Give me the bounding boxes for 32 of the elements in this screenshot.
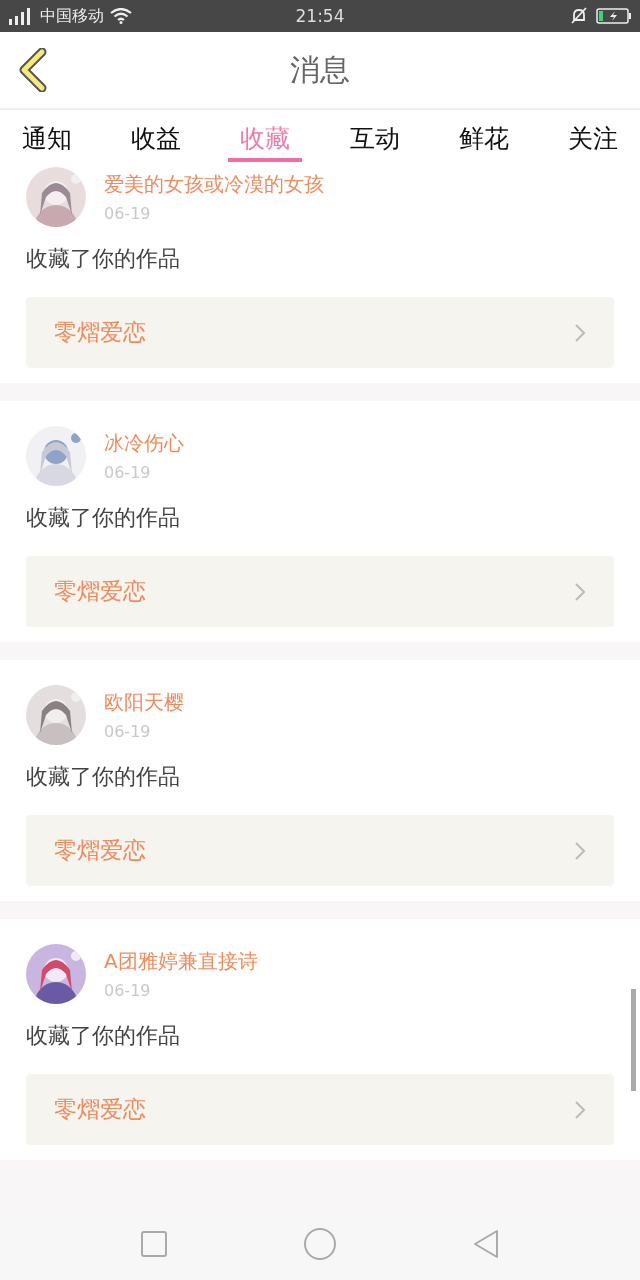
clock: 21:54: [295, 6, 345, 26]
tab[interactable]: 收益: [119, 110, 194, 162]
tab[interactable]: 鲜花: [446, 110, 521, 162]
work-link[interactable]: 零熠爱恋: [26, 815, 614, 886]
message-text: 收藏了你的作品: [26, 504, 181, 532]
battery-icon: [596, 7, 632, 25]
muted-bell-icon: [568, 7, 590, 25]
work-link[interactable]: 零熠爱恋: [26, 1074, 614, 1145]
work-link[interactable]: 零熠爱恋: [26, 297, 614, 368]
tab[interactable]: 互动: [337, 110, 412, 162]
tab[interactable]: 收藏: [228, 110, 303, 162]
user-name[interactable]: 冰冷伤心: [104, 430, 184, 457]
message-text: 收藏了你的作品: [26, 1022, 181, 1050]
wifi-icon: [110, 8, 132, 24]
back-icon[interactable]: [18, 48, 48, 92]
tab[interactable]: 通知: [10, 110, 84, 162]
work-link[interactable]: 零熠爱恋: [26, 556, 614, 627]
user-name[interactable]: 爱美的女孩或冷漠的女孩: [104, 171, 324, 198]
chevron-icon: [574, 1099, 586, 1120]
chevron-icon: [574, 840, 586, 861]
user-name[interactable]: A团雅婷兼直接诗: [104, 948, 258, 975]
user-name[interactable]: 欧阳天樱: [104, 689, 184, 716]
chevron-icon: [574, 322, 586, 343]
message-text: 收藏了你的作品: [26, 245, 181, 273]
circle-icon[interactable]: [303, 1227, 337, 1261]
chevron-icon: [574, 581, 586, 602]
tab[interactable]: 关注: [555, 110, 630, 162]
triangle-icon[interactable]: [472, 1228, 500, 1260]
square-icon[interactable]: [140, 1230, 168, 1258]
carrier-name: 中国移动: [40, 5, 104, 27]
page-title: 消息: [290, 50, 350, 89]
message-text: 收藏了你的作品: [26, 763, 181, 791]
